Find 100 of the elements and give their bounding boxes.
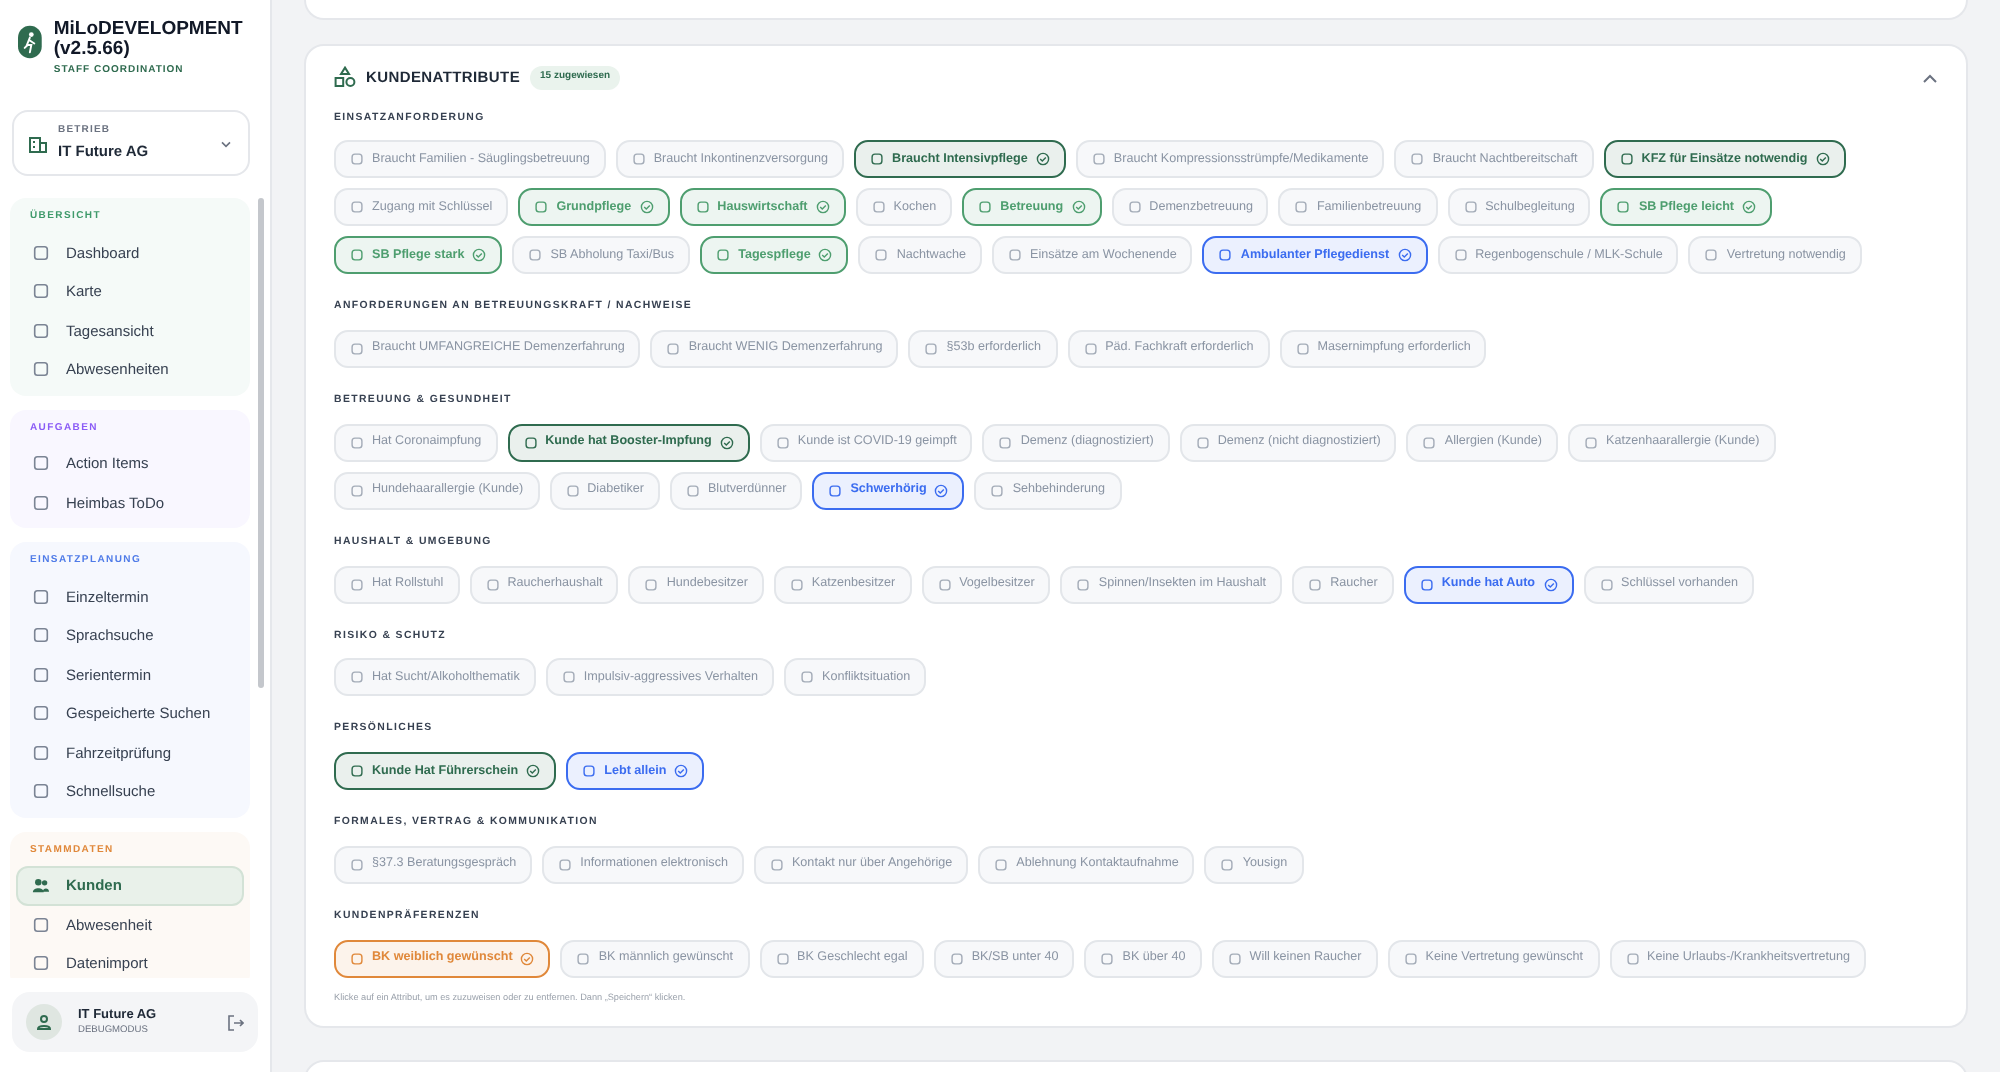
check-circle-icon — [674, 764, 689, 779]
square-icon — [1076, 577, 1091, 592]
square-icon — [828, 483, 843, 498]
square-icon — [949, 951, 964, 966]
square-icon — [32, 321, 50, 340]
people-icon — [32, 876, 50, 895]
building-icon — [28, 133, 48, 154]
square-icon — [1227, 951, 1242, 966]
square-icon — [716, 248, 731, 263]
logout-icon[interactable] — [226, 1013, 244, 1031]
square-icon — [998, 435, 1013, 450]
square-icon — [32, 665, 50, 684]
square-icon — [1704, 248, 1719, 263]
square-icon — [685, 483, 700, 498]
square-icon — [924, 342, 939, 357]
square-icon — [937, 577, 952, 592]
check-circle-icon — [719, 435, 734, 450]
square-icon — [32, 243, 50, 262]
square-icon — [978, 200, 993, 215]
scrollbar[interactable] — [258, 198, 264, 689]
square-icon — [32, 704, 50, 723]
square-icon — [1619, 152, 1634, 167]
logo-icon — [18, 20, 42, 64]
square-icon — [32, 782, 50, 801]
square-icon — [350, 951, 364, 966]
square-icon — [32, 743, 50, 762]
square-icon — [350, 483, 364, 498]
square-icon — [558, 858, 573, 873]
square-icon — [523, 435, 538, 450]
square-icon — [32, 360, 50, 379]
square-icon — [1100, 951, 1115, 966]
check-circle-icon — [815, 200, 830, 215]
square-icon — [871, 200, 886, 215]
square-icon — [1616, 200, 1631, 215]
square-icon — [1308, 577, 1323, 592]
square-icon — [528, 248, 543, 263]
square-icon — [1091, 152, 1106, 167]
check-circle-icon — [1543, 577, 1558, 592]
square-icon — [32, 587, 50, 606]
shapes-icon — [334, 66, 356, 89]
square-icon — [789, 577, 804, 592]
app-title: MiLoDEVELOPMENT (v2.5.66) — [53, 20, 245, 60]
square-icon — [800, 670, 815, 685]
square-icon — [1584, 435, 1599, 450]
square-icon — [350, 435, 364, 450]
square-icon — [32, 493, 50, 512]
check-circle-icon — [1815, 152, 1830, 167]
square-icon — [1410, 152, 1425, 167]
square-icon — [565, 483, 580, 498]
check-circle-icon — [472, 248, 487, 263]
square-icon — [1008, 248, 1022, 263]
square-icon — [1463, 200, 1478, 215]
square-icon — [350, 764, 364, 779]
check-circle-icon — [818, 248, 833, 263]
square-icon — [582, 764, 597, 779]
square-icon — [32, 915, 50, 934]
square-icon — [1422, 435, 1437, 450]
square-icon — [350, 248, 364, 263]
square-icon — [350, 152, 364, 167]
square-icon — [350, 858, 364, 873]
check-circle-icon — [934, 483, 949, 498]
square-icon — [1218, 248, 1233, 263]
square-icon — [775, 951, 790, 966]
square-icon — [32, 954, 50, 973]
square-icon — [1127, 200, 1142, 215]
square-icon — [350, 670, 364, 685]
square-icon — [1419, 577, 1434, 592]
square-icon — [534, 200, 549, 215]
check-circle-icon — [520, 951, 535, 966]
check-circle-icon — [1397, 248, 1412, 263]
square-icon — [1453, 248, 1468, 263]
square-icon — [644, 577, 659, 592]
square-icon — [990, 483, 1005, 498]
square-icon — [1195, 435, 1210, 450]
square-icon — [32, 454, 50, 473]
avatar-icon — [26, 1004, 62, 1040]
square-icon — [350, 342, 364, 357]
check-circle-icon — [1742, 200, 1757, 215]
square-icon — [775, 435, 790, 450]
square-icon — [1294, 200, 1309, 215]
square-icon — [32, 626, 50, 645]
chevron-icon[interactable] — [1922, 71, 1938, 84]
check-circle-icon — [639, 200, 654, 215]
square-icon — [994, 858, 1009, 873]
square-icon — [1083, 342, 1098, 357]
square-icon — [695, 200, 710, 215]
check-circle-icon — [526, 764, 541, 779]
square-icon — [870, 152, 885, 167]
square-icon — [350, 577, 364, 592]
square-icon — [874, 248, 889, 263]
check-circle-icon — [1071, 200, 1086, 215]
square-icon — [631, 152, 646, 167]
square-icon — [1625, 951, 1640, 966]
square-icon — [666, 342, 681, 357]
square-icon — [561, 670, 576, 685]
square-icon — [1295, 342, 1310, 357]
square-icon — [1403, 951, 1418, 966]
square-icon — [1599, 577, 1614, 592]
square-icon — [576, 951, 591, 966]
square-icon — [769, 858, 784, 873]
